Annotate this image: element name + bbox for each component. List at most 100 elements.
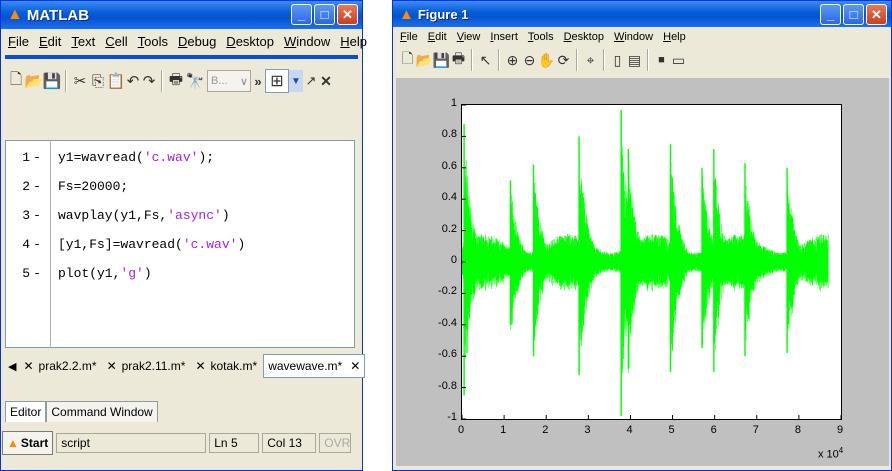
figure-menu-item-file[interactable]: File bbox=[395, 31, 423, 43]
document-tab[interactable]: ✕ prak2.11.m* bbox=[103, 355, 190, 377]
breakpoint-dash[interactable]: - bbox=[30, 237, 44, 252]
copy-icon[interactable]: ⎘ bbox=[89, 73, 107, 90]
show-plot-tools-icon[interactable]: ▭ bbox=[670, 52, 687, 69]
close-tab-icon[interactable]: ✕ bbox=[107, 359, 117, 373]
redo-icon[interactable]: ↷ bbox=[141, 72, 157, 90]
x-tick-label: 1 bbox=[500, 424, 507, 436]
breakpoint-dash[interactable]: - bbox=[30, 208, 44, 223]
tab-command-window[interactable]: Command Window bbox=[46, 401, 158, 422]
code-line[interactable]: 4- [y1,Fs]=wavread('c.wav') bbox=[6, 234, 245, 254]
chevron-down-icon: ∨ bbox=[239, 75, 248, 88]
rotate-3d-icon[interactable]: ⟳ bbox=[555, 52, 572, 69]
close-button[interactable]: ✕ bbox=[337, 4, 358, 25]
undo-icon[interactable]: ↶ bbox=[125, 72, 141, 90]
breakpoint-dash[interactable]: - bbox=[30, 150, 44, 165]
function-combo[interactable]: B... ∨ bbox=[207, 70, 251, 92]
figure-menu-item-desktop[interactable]: Desktop bbox=[559, 31, 609, 43]
status-script-label: script bbox=[61, 436, 90, 450]
save-icon[interactable]: 💾 bbox=[43, 72, 62, 90]
menu-item-desktop[interactable]: Desktop bbox=[221, 34, 279, 49]
find-icon[interactable]: 🔭 bbox=[185, 72, 205, 90]
close-tab-icon[interactable]: ✕ bbox=[350, 359, 360, 373]
menu-item-cell[interactable]: Cell bbox=[100, 34, 132, 49]
layout-grid-icon[interactable]: ⊞ bbox=[265, 69, 289, 93]
hide-plot-tools-icon[interactable]: ■ bbox=[653, 54, 670, 66]
document-tab[interactable]: ✕ kotak.m* bbox=[191, 355, 261, 377]
document-tab[interactable]: wavewave.m* ✕ bbox=[263, 354, 366, 378]
code-string: 'c.wav' bbox=[143, 149, 199, 165]
start-button[interactable]: ▲ Start bbox=[2, 431, 54, 455]
document-tab[interactable]: ✕ prak2.2.m* bbox=[19, 355, 100, 377]
close-tab-icon[interactable]: ✕ bbox=[195, 359, 205, 373]
code-text: plot(y1,'g') bbox=[58, 266, 152, 281]
minimize-button[interactable]: _ bbox=[291, 4, 312, 25]
grid-dropdown-icon[interactable]: ▼ bbox=[289, 70, 303, 92]
code-line[interactable]: 3- wavplay(y1,Fs,'async') bbox=[6, 205, 229, 225]
figure-menu-item-view[interactable]: View bbox=[452, 31, 486, 43]
tab-editor[interactable]: Editor bbox=[5, 401, 47, 422]
edit-plot-arrow-icon[interactable]: ↖ bbox=[477, 52, 494, 69]
figure-menu-item-tools[interactable]: Tools bbox=[523, 31, 559, 43]
data-cursor-icon[interactable]: ⌖ bbox=[582, 52, 599, 69]
breakpoint-dash[interactable]: - bbox=[30, 266, 44, 281]
overflow-chevron-icon[interactable]: » bbox=[251, 74, 265, 89]
toolbar-separator bbox=[603, 49, 605, 71]
menu-item-debug[interactable]: Debug bbox=[173, 34, 221, 49]
legend-icon[interactable]: ▤ bbox=[626, 52, 643, 69]
code-text: y1=wavread('c.wav'); bbox=[58, 150, 214, 165]
status-ln-label: Ln bbox=[214, 436, 228, 450]
x-tick-label: 0 bbox=[458, 424, 465, 436]
y-tick-label: -0.2 bbox=[438, 285, 457, 298]
open-file-icon[interactable]: 📂 bbox=[416, 52, 433, 69]
menu-item-help[interactable]: Help bbox=[335, 34, 372, 49]
open-file-icon[interactable]: 📂 bbox=[25, 72, 44, 90]
plot-axes[interactable] bbox=[461, 104, 842, 420]
minimize-button[interactable]: _ bbox=[820, 4, 841, 25]
colorbar-icon[interactable]: ▯ bbox=[609, 52, 626, 69]
close-tab-icon[interactable]: ✕ bbox=[23, 359, 33, 373]
breakpoint-dash[interactable]: - bbox=[30, 179, 44, 194]
status-ln-value: 5 bbox=[230, 436, 238, 450]
print-icon[interactable]: 🖶 bbox=[450, 48, 467, 72]
figure-toolbar: 🗋 📂 💾 🖶 ↖ ⊕ ⊖ ✋ ⟳ ⌖ ▯ ▤ ■ ▭ bbox=[393, 47, 891, 73]
figure-menu-item-window[interactable]: Window bbox=[609, 31, 658, 43]
figure-menu-item-insert[interactable]: Insert bbox=[485, 31, 523, 43]
close-editor-icon[interactable]: ✕ bbox=[319, 73, 333, 90]
new-file-icon[interactable]: 🗋 bbox=[7, 69, 25, 94]
code-line[interactable]: 5- plot(y1,'g') bbox=[6, 263, 152, 283]
tab-label: prak2.11.m* bbox=[121, 359, 186, 373]
menu-item-tools[interactable]: Tools bbox=[133, 34, 173, 49]
pan-hand-icon[interactable]: ✋ bbox=[538, 52, 555, 69]
line-number: 1 bbox=[22, 149, 30, 165]
function-combo-value: B... bbox=[211, 75, 228, 87]
close-button[interactable]: ✕ bbox=[866, 4, 887, 25]
menu-item-text[interactable]: Text bbox=[66, 34, 100, 49]
new-figure-icon[interactable]: 🗋 bbox=[399, 48, 416, 72]
maximize-button[interactable]: □ bbox=[314, 4, 335, 25]
matlab-titlebar[interactable]: ▲ MATLAB _ □ ✕ bbox=[1, 1, 362, 29]
code-editor[interactable]: 1- y1=wavread('c.wav'); 2- Fs=20000; 3- wavpl… bbox=[5, 140, 355, 348]
menu-item-window[interactable]: Window bbox=[279, 34, 335, 49]
x-tick-label: 3 bbox=[584, 424, 591, 436]
code-line[interactable]: 1- y1=wavread('c.wav'); bbox=[6, 147, 214, 167]
maximize-button[interactable]: □ bbox=[843, 4, 864, 25]
undock-icon[interactable]: ↗ bbox=[303, 73, 319, 89]
menu-item-file[interactable]: File bbox=[3, 34, 34, 49]
tab-label: wavewave.m* bbox=[268, 359, 343, 373]
save-icon[interactable]: 💾 bbox=[433, 52, 450, 69]
y-tick-label: -0.8 bbox=[438, 379, 457, 392]
code-string: 'g' bbox=[120, 265, 144, 281]
zoom-in-icon[interactable]: ⊕ bbox=[504, 52, 521, 69]
status-ovr-field: OVR bbox=[319, 433, 352, 453]
paste-icon[interactable]: 📋 bbox=[107, 72, 126, 90]
print-icon[interactable]: 🖶 bbox=[167, 69, 185, 94]
code-line[interactable]: 2- Fs=20000; bbox=[6, 176, 128, 196]
cut-icon[interactable]: ✂ bbox=[71, 72, 89, 90]
figure-menu-item-edit[interactable]: Edit bbox=[423, 31, 452, 43]
figure-titlebar[interactable]: ▲ Figure 1 _ □ ✕ bbox=[393, 1, 891, 27]
tab-scroll-left-icon[interactable]: ◀ bbox=[8, 360, 16, 373]
zoom-out-icon[interactable]: ⊖ bbox=[521, 52, 538, 69]
menu-item-edit[interactable]: Edit bbox=[34, 34, 66, 49]
figure-menu-item-help[interactable]: Help bbox=[658, 31, 691, 43]
x-tick-label: 2 bbox=[542, 424, 549, 436]
